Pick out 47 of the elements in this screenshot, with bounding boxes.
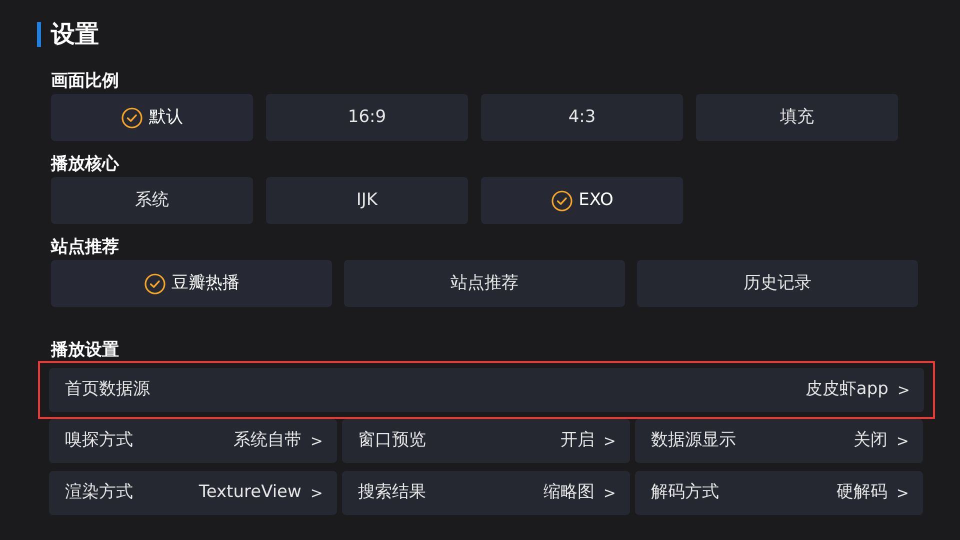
option-button[interactable]: 站点推荐	[344, 260, 625, 307]
check-circle-icon	[144, 272, 166, 294]
chevron-text: >	[897, 380, 910, 401]
setting-value: 开启	[560, 429, 594, 452]
setting-row[interactable]: 嗅探方式 系统自带 >	[49, 419, 337, 463]
setting-value: 系统自带	[233, 429, 302, 452]
setting-label: 搜索结果	[358, 481, 426, 504]
check-circle-icon	[121, 106, 143, 128]
option-button[interactable]: 填充	[696, 94, 898, 141]
title-accent-bar	[37, 22, 41, 46]
option-button[interactable]: 4:3	[481, 94, 683, 141]
chevron-text: >	[896, 430, 909, 452]
chevron-text: >	[310, 482, 323, 504]
section-heading: 播放核心	[51, 153, 120, 175]
setting-value: 缩略图	[543, 481, 594, 504]
setting-row[interactable]: 数据源显示 关闭 >	[635, 419, 923, 463]
option-button[interactable]: 默认	[51, 94, 253, 141]
option-button[interactable]: 豆瓣热播	[51, 260, 332, 307]
setting-row[interactable]: 解码方式 硬解码 >	[635, 471, 923, 515]
setting-value: TextureView	[198, 481, 302, 504]
setting-label: 嗅探方式	[65, 429, 133, 452]
chevron-text: >	[896, 482, 909, 504]
setting-label: 窗口预览	[358, 429, 426, 452]
setting-row[interactable]: 首页数据源 皮皮虾app >	[49, 368, 924, 412]
option-button[interactable]: IJK	[266, 177, 468, 224]
option-button[interactable]: 16:9	[266, 94, 468, 141]
option-button[interactable]: 系统	[51, 177, 253, 224]
setting-row[interactable]: 渲染方式 TextureView >	[49, 471, 337, 515]
option-button[interactable]: EXO	[481, 177, 683, 224]
setting-label: 渲染方式	[65, 481, 133, 504]
section-heading: 站点推荐	[51, 236, 120, 258]
chevron-text: >	[603, 482, 616, 504]
section-heading: 播放设置	[51, 339, 120, 361]
chevron-text: >	[310, 430, 323, 452]
setting-row[interactable]: 搜索结果 缩略图 >	[342, 471, 630, 515]
setting-row[interactable]: 窗口预览 开启 >	[342, 419, 630, 463]
option-button[interactable]: 历史记录	[637, 260, 918, 307]
setting-label: 数据源显示	[651, 429, 736, 452]
setting-value: 关闭	[853, 429, 888, 452]
setting-value: 硬解码	[836, 481, 888, 504]
page-title: 设置	[51, 22, 99, 46]
check-circle-icon	[550, 190, 573, 212]
setting-value: 皮皮虾app	[805, 378, 888, 402]
chevron-text: >	[603, 430, 616, 452]
setting-label: 解码方式	[651, 481, 719, 504]
section-heading: 画面比例	[51, 70, 120, 92]
setting-label: 首页数据源	[65, 378, 150, 402]
